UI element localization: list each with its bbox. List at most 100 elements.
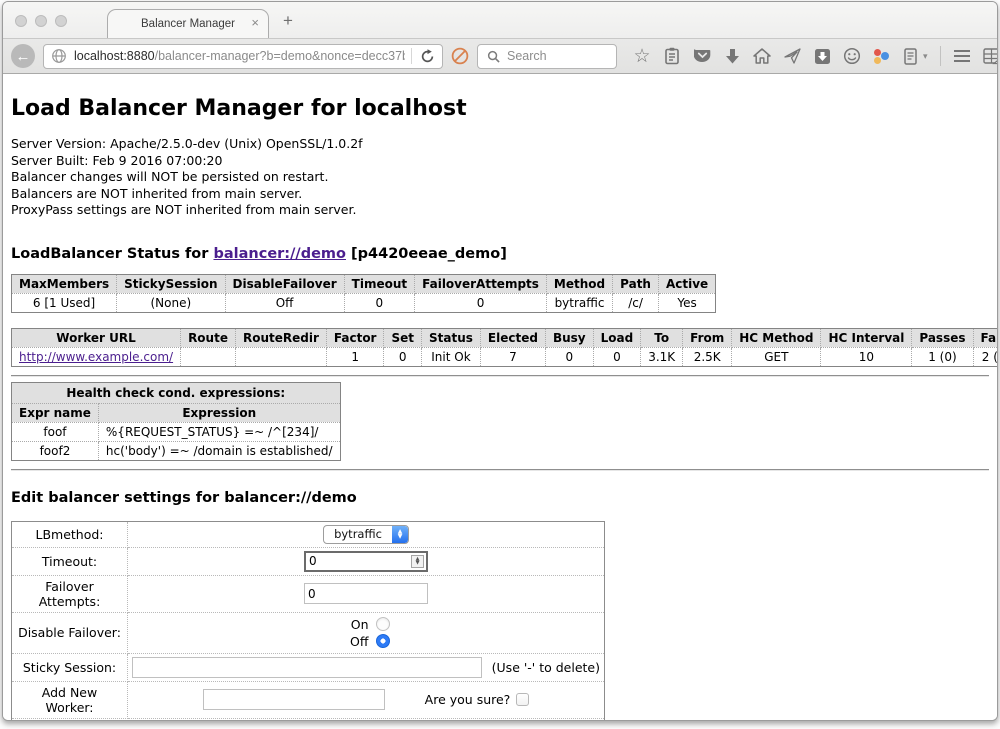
col-expr-name: Expr name [12, 403, 99, 422]
persist-notice-line: Balancer changes will NOT be persisted o… [11, 169, 989, 186]
cell-from: 2.5K [683, 347, 732, 366]
menu-hamburger-icon[interactable] [953, 46, 971, 66]
form-row-disable-failover: Disable Failover: On Off [12, 612, 605, 653]
col-active: Active [658, 274, 715, 293]
proxypass-notice-line: ProxyPass settings are NOT inherited fro… [11, 202, 989, 219]
col-fails: Fails [973, 328, 997, 347]
window-titlebar: Balancer Manager × + [3, 2, 997, 38]
table-header-row: Expr name Expression [12, 403, 341, 422]
sticky-session-input[interactable] [132, 657, 482, 678]
lbmethod-label: LBmethod: [12, 521, 128, 547]
reload-icon[interactable] [418, 46, 436, 66]
search-box[interactable] [477, 44, 617, 69]
select-stepper-icon: ▲▼ [392, 526, 408, 543]
status-heading-suffix: [p4420eeae_demo] [346, 246, 507, 262]
add-worker-label: Add New Worker: [12, 681, 128, 718]
table-row: foof2 hc('body') =~ /domain is establish… [12, 441, 341, 460]
col-factor: Factor [326, 328, 384, 347]
cell-elected: 7 [480, 347, 545, 366]
failover-on-radio[interactable] [376, 617, 390, 631]
colored-dots-icon[interactable] [873, 48, 889, 64]
tab-title: Balancer Manager [141, 18, 235, 30]
failover-off-radio[interactable] [376, 634, 390, 648]
cell-fails: 2 (0) [973, 347, 997, 366]
search-input[interactable] [507, 49, 610, 63]
cell-expr-name: foof2 [12, 441, 99, 460]
col-maxmembers: MaxMembers [12, 274, 117, 293]
col-path: Path [613, 274, 659, 293]
search-icon [484, 46, 502, 66]
window-minimize-button[interactable] [35, 15, 47, 27]
col-disablefailover: DisableFailover [225, 274, 344, 293]
failover-on-option: On [132, 616, 600, 633]
number-spinner-icon[interactable]: ▲▼ [411, 555, 424, 568]
notes-icon[interactable] [901, 46, 919, 66]
cell-path: /c/ [613, 293, 659, 312]
cell-disablefailover: Off [225, 293, 344, 312]
pocket-icon[interactable] [693, 46, 711, 66]
window-close-button[interactable] [15, 15, 27, 27]
balancer-demo-link[interactable]: balancer://demo [213, 246, 346, 262]
clipboard-icon[interactable] [663, 46, 681, 66]
edit-balancer-heading: Edit balancer settings for balancer://de… [11, 490, 989, 506]
back-button[interactable]: ← [11, 44, 35, 68]
traffic-lights [15, 15, 67, 27]
globe-icon [50, 46, 68, 66]
send-plane-icon[interactable] [783, 46, 801, 66]
table-header-row: MaxMembers StickySession DisableFailover… [12, 274, 716, 293]
col-route: Route [181, 328, 236, 347]
cell-method: bytraffic [546, 293, 612, 312]
page-content: Load Balancer Manager for localhost Serv… [3, 74, 997, 720]
col-hc-interval: HC Interval [821, 328, 912, 347]
form-row-sticky-session: Sticky Session: (Use '-' to delete) [12, 653, 605, 681]
col-to: To [641, 328, 683, 347]
disable-failover-label: Disable Failover: [12, 612, 128, 653]
worker-url-link[interactable]: http://www.example.com/ [19, 350, 173, 364]
timeout-input[interactable] [306, 554, 411, 568]
new-tab-button[interactable]: + [283, 11, 293, 31]
blocked-icon[interactable] [451, 46, 469, 66]
col-stickysession: StickySession [117, 274, 225, 293]
download-arrow-icon[interactable] [723, 46, 741, 66]
failover-attempts-input[interactable] [305, 587, 427, 601]
divider [11, 469, 989, 471]
lbmethod-select[interactable]: bytraffic ▲▼ [323, 525, 409, 544]
col-passes: Passes [912, 328, 973, 347]
download-box-icon[interactable] [813, 46, 831, 66]
col-timeout: Timeout [344, 274, 414, 293]
back-arrow-icon: ← [16, 49, 31, 64]
col-worker-url: Worker URL [12, 328, 181, 347]
edit-balancer-form: LBmethod: bytraffic ▲▼ Timeout: ▲▼ [11, 521, 605, 721]
cell-hc-interval: 10 [821, 347, 912, 366]
cell-failoverattempts: 0 [415, 293, 547, 312]
confirm-checkbox[interactable] [516, 693, 529, 706]
form-row-timeout: Timeout: ▲▼ [12, 547, 605, 575]
table-header-row: Worker URL Route RouteRedir Factor Set S… [12, 328, 998, 347]
col-method: Method [546, 274, 612, 293]
table-row: http://www.example.com/ 1 0 Init Ok 7 0 … [12, 347, 998, 366]
window-zoom-button[interactable] [55, 15, 67, 27]
cell-stickysession: (None) [117, 293, 225, 312]
bookmark-star-icon[interactable]: ☆ [633, 46, 651, 66]
toolbar-buttons: ☆ ▾ [633, 46, 997, 66]
tab-grid-icon[interactable] [983, 46, 997, 66]
tab-close-icon[interactable]: × [251, 16, 259, 30]
home-icon[interactable] [753, 46, 771, 66]
on-label: On [343, 616, 369, 633]
cell-worker-url: http://www.example.com/ [12, 347, 181, 366]
dropdown-caret-icon[interactable]: ▾ [923, 51, 928, 62]
cell-expression: hc('body') =~ /domain is established/ [98, 441, 340, 460]
divider [11, 375, 989, 377]
server-info: Server Version: Apache/2.5.0-dev (Unix) … [11, 136, 989, 219]
cell-set: 0 [384, 347, 422, 366]
col-expression: Expression [98, 403, 340, 422]
add-worker-input[interactable] [203, 689, 385, 710]
browser-tab[interactable]: Balancer Manager × [107, 9, 269, 38]
server-version-line: Server Version: Apache/2.5.0-dev (Unix) … [11, 136, 989, 153]
form-row-add-worker: Add New Worker: Are you sure? [12, 681, 605, 718]
cell-active: Yes [658, 293, 715, 312]
url-bar[interactable]: localhost:8880/balancer-manager?b=demo&n… [43, 44, 443, 69]
col-routeredir: RouteRedir [235, 328, 326, 347]
smiley-icon[interactable] [843, 46, 861, 66]
cell-factor: 1 [326, 347, 384, 366]
